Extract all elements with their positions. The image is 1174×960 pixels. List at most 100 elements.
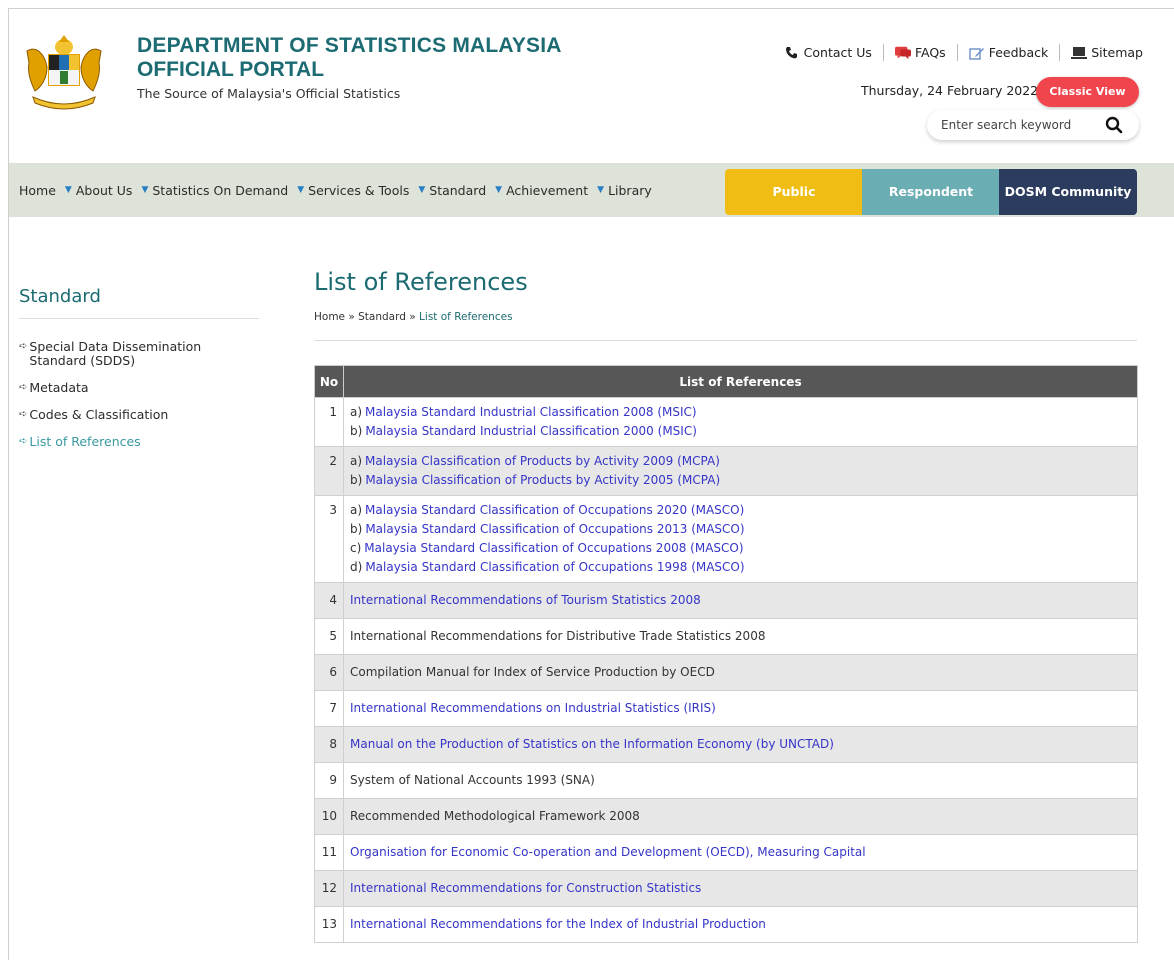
faqs-label: FAQs bbox=[914, 45, 946, 60]
faq-chat-icon bbox=[894, 46, 911, 59]
breadcrumb-home[interactable]: Home bbox=[314, 311, 345, 323]
reference-cell: International Recommendations on Industr… bbox=[343, 690, 1138, 727]
reference-link[interactable]: Malaysia Standard Classification of Occu… bbox=[364, 541, 743, 555]
row-number: 1 bbox=[314, 397, 344, 447]
reference-line: a) Malaysia Classification of Products by… bbox=[350, 452, 1131, 471]
search-input[interactable] bbox=[941, 116, 1091, 134]
reference-line: b) Malaysia Standard Industrial Classific… bbox=[350, 422, 1131, 441]
arrow-right-icon: ➪ bbox=[19, 382, 28, 393]
reference-cell: a) Malaysia Classification of Products by… bbox=[343, 446, 1138, 496]
feedback-label: Feedback bbox=[988, 45, 1049, 60]
sidebar-item-list-of-references[interactable]: ➪ List of References bbox=[19, 435, 259, 449]
reference-sub-label: c) bbox=[350, 541, 362, 555]
table-row: 6 Compilation Manual for Index of Service… bbox=[314, 654, 1138, 691]
nav-item-about-us[interactable]: ▼ About Us bbox=[65, 183, 133, 198]
sidebar-item-metadata[interactable]: ➪ Metadata bbox=[19, 381, 259, 395]
table-row: 10 Recommended Methodological Framework 2… bbox=[314, 798, 1138, 835]
reference-line: a) Malaysia Standard Industrial Classific… bbox=[350, 403, 1131, 422]
reference-text: System of National Accounts 1993 (SNA) bbox=[350, 773, 595, 787]
reference-line: Recommended Methodological Framework 200… bbox=[350, 807, 1131, 826]
reference-link[interactable]: Organisation for Economic Co-operation a… bbox=[350, 845, 866, 859]
nav-item-library[interactable]: ▼ Library bbox=[597, 183, 652, 198]
column-header-references: List of References bbox=[343, 365, 1138, 398]
current-date: Thursday, 24 February 2022 bbox=[861, 83, 1039, 98]
nav-item-standard[interactable]: ▼ Standard bbox=[418, 183, 486, 198]
reference-cell: International Recommendations of Tourism… bbox=[343, 582, 1138, 619]
reference-line: Manual on the Production of Statistics o… bbox=[350, 735, 1131, 754]
main-nav: Home ▼ About Us ▼ Statistics On Demand ▼ Se… bbox=[9, 163, 1174, 217]
nav-label: Standard bbox=[429, 182, 487, 198]
nav-label: Services & Tools bbox=[308, 182, 410, 198]
reference-link[interactable]: International Recommendations for Constr… bbox=[350, 881, 701, 895]
faqs-link[interactable]: FAQs bbox=[884, 45, 957, 60]
site-title-line1[interactable]: DEPARTMENT OF STATISTICS MALAYSIA bbox=[137, 34, 562, 58]
reference-sub-label: b) bbox=[350, 473, 363, 487]
sidebar-item-sdds[interactable]: ➪ Special Data Dissemination Standard (SD… bbox=[19, 340, 259, 368]
reference-link[interactable]: International Recommendations for the In… bbox=[350, 917, 766, 931]
table-body: 1 a) Malaysia Standard Industrial Classifi… bbox=[314, 397, 1138, 943]
reference-line: a) Malaysia Standard Classification of Oc… bbox=[350, 501, 1131, 520]
nav-item-home[interactable]: Home bbox=[19, 183, 56, 198]
sidebar-item-label: Special Data Dissemination Standard (SDD… bbox=[29, 339, 202, 368]
reference-link[interactable]: International Recommendations on Industr… bbox=[350, 701, 716, 715]
sidebar-item-label: Codes & Classification bbox=[29, 407, 169, 422]
reference-line: b) Malaysia Classification of Products by… bbox=[350, 471, 1131, 490]
reference-link[interactable]: Manual on the Production of Statistics o… bbox=[350, 737, 834, 751]
sidebar-item-codes-classification[interactable]: ➪ Codes & Classification bbox=[19, 408, 259, 422]
contact-us-label: Contact Us bbox=[803, 45, 872, 60]
reference-link[interactable]: Malaysia Standard Classification of Occu… bbox=[365, 522, 744, 536]
caret-down-icon: ▼ bbox=[418, 185, 426, 195]
classic-view-button[interactable]: Classic View bbox=[1036, 77, 1139, 107]
nav-label: Library bbox=[608, 182, 652, 198]
reference-link[interactable]: Malaysia Standard Classification of Occu… bbox=[365, 503, 744, 517]
reference-line: c) Malaysia Standard Classification of Oc… bbox=[350, 539, 1131, 558]
reference-link[interactable]: Malaysia Classification of Products by A… bbox=[365, 473, 720, 487]
breadcrumb-standard[interactable]: Standard bbox=[358, 311, 406, 323]
sitemap-link[interactable]: Sitemap bbox=[1060, 45, 1143, 60]
reference-cell: a) Malaysia Standard Classification of Oc… bbox=[343, 495, 1138, 583]
respondent-button[interactable]: Respondent bbox=[862, 169, 1000, 215]
caret-down-icon: ▼ bbox=[597, 185, 605, 195]
reference-link[interactable]: International Recommendations of Tourism… bbox=[350, 593, 701, 607]
reference-cell: Compilation Manual for Index of Service … bbox=[343, 654, 1138, 691]
coat-of-arms-logo[interactable] bbox=[23, 33, 105, 111]
breadcrumb: Home » Standard » List of References bbox=[314, 311, 513, 323]
contact-us-link[interactable]: Contact Us bbox=[773, 45, 883, 60]
search-icon[interactable] bbox=[1105, 116, 1123, 134]
reference-link[interactable]: Malaysia Standard Classification of Occu… bbox=[365, 560, 744, 574]
divider bbox=[314, 340, 1137, 341]
nav-label: Statistics On Demand bbox=[152, 182, 289, 198]
row-number: 3 bbox=[314, 495, 344, 583]
nav-label: Achievement bbox=[506, 182, 589, 198]
arrow-right-icon: ➪ bbox=[19, 436, 28, 447]
nav-item-services-tools[interactable]: ▼ Services & Tools bbox=[297, 183, 409, 198]
sidebar-item-label: Metadata bbox=[29, 380, 89, 395]
table-row: 13 International Recommendations for the … bbox=[314, 906, 1138, 943]
reference-sub-label: b) bbox=[350, 424, 363, 438]
reference-sub-label: d) bbox=[350, 560, 363, 574]
site-title-line2[interactable]: OFFICIAL PORTAL bbox=[137, 58, 324, 82]
reference-link[interactable]: Malaysia Standard Industrial Classificat… bbox=[365, 424, 697, 438]
reference-sub-label: a) bbox=[350, 454, 363, 468]
reference-cell: Organisation for Economic Co-operation a… bbox=[343, 834, 1138, 871]
page-title: List of References bbox=[314, 268, 528, 296]
breadcrumb-separator: » bbox=[348, 311, 355, 323]
dosm-community-button[interactable]: DOSM Community bbox=[999, 169, 1137, 215]
row-number: 13 bbox=[314, 906, 344, 943]
caret-down-icon: ▼ bbox=[64, 185, 72, 195]
reference-link[interactable]: Malaysia Standard Industrial Classificat… bbox=[365, 405, 697, 419]
row-number: 2 bbox=[314, 446, 344, 496]
caret-down-icon: ▼ bbox=[141, 185, 149, 195]
reference-link[interactable]: Malaysia Classification of Products by A… bbox=[365, 454, 720, 468]
site-tagline: The Source of Malaysia's Official Statis… bbox=[137, 86, 401, 101]
nav-item-achievement[interactable]: ▼ Achievement bbox=[495, 183, 588, 198]
phone-icon bbox=[785, 46, 797, 58]
public-button[interactable]: Public bbox=[725, 169, 863, 215]
row-number: 5 bbox=[314, 618, 344, 655]
reference-line: d) Malaysia Standard Classification of Oc… bbox=[350, 558, 1131, 577]
nav-item-statistics-on-demand[interactable]: ▼ Statistics On Demand bbox=[141, 183, 288, 198]
utility-links: Contact Us FAQs Feedback Sitemap bbox=[773, 44, 1143, 61]
feedback-link[interactable]: Feedback bbox=[958, 45, 1060, 60]
reference-line: International Recommendations of Tourism… bbox=[350, 591, 1131, 610]
reference-line: Compilation Manual for Index of Service … bbox=[350, 663, 1131, 682]
